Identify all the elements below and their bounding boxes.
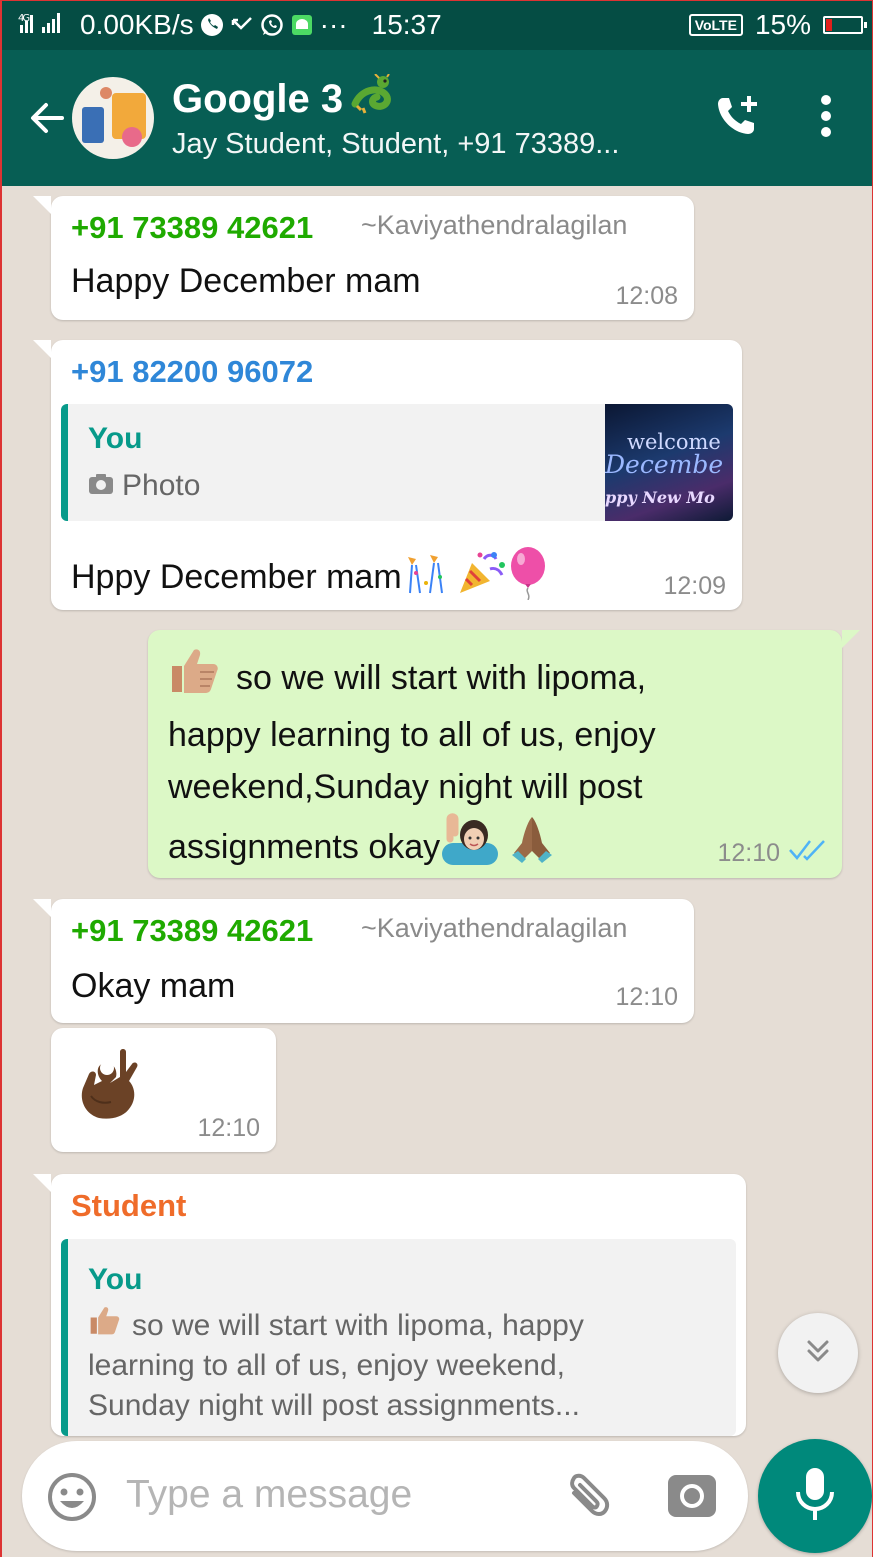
chat-info[interactable]: Google 3 Jay Student, Student, +91 73389… — [172, 72, 713, 163]
volte-badge: VoLTE — [688, 14, 743, 36]
double-chevron-down-icon — [803, 1336, 833, 1371]
scroll-to-bottom-button[interactable] — [778, 1313, 858, 1393]
message-text: Okay mam — [71, 967, 236, 1005]
message-list[interactable]: +91 73389 42621 ~Kaviyathendralagilan Ha… — [0, 186, 873, 1436]
signal-icon: 4G — [18, 9, 74, 41]
camera-small-icon — [88, 466, 114, 506]
microphone-icon — [793, 1466, 837, 1527]
sender-name[interactable]: Student — [71, 1188, 186, 1224]
ok-hand-emoji — [77, 1048, 143, 1131]
viber-icon — [200, 13, 224, 37]
message-bubble[interactable]: 12:10 — [51, 1028, 276, 1152]
quote-author: You — [88, 422, 143, 455]
camera-icon[interactable] — [666, 1473, 718, 1524]
sender-phone[interactable]: +91 73389 42621 — [71, 210, 313, 246]
status-time: 15:37 — [371, 9, 442, 40]
dragon-emoji — [349, 72, 395, 125]
message-bubble[interactable]: +91 82200 96072 You Photo welcome Decemb… — [33, 340, 742, 610]
sender-push-name: ~Kaviyathendralagilan — [361, 913, 628, 943]
message-time: 12:10 — [717, 839, 780, 867]
message-bubble-outgoing[interactable]: so we will start with lipoma, happy lear… — [148, 630, 860, 880]
message-bubble[interactable]: Student You so we will start with lipoma… — [33, 1174, 746, 1436]
photo-thumbnail[interactable]: welcome Decembe ppy New Mo — [605, 404, 733, 521]
message-bubble[interactable]: +91 73389 42621 ~Kaviyathendralagilan Ok… — [33, 899, 694, 1023]
person-raising-hand-emoji — [440, 813, 500, 880]
balloon-emoji — [508, 546, 548, 609]
android-icon — [290, 13, 314, 37]
status-bar: 4G 0.00KB/s ··· 15:37 VoLTE 15% — [0, 0, 873, 50]
thumbs-up-emoji — [168, 646, 222, 709]
group-participants: Jay Student, Student, +91 73389... — [172, 127, 620, 160]
sender-phone[interactable]: +91 73389 42621 — [71, 913, 313, 949]
quoted-message[interactable]: You Photo welcome Decembe ppy New Mo — [61, 404, 733, 521]
voice-record-button[interactable] — [758, 1439, 872, 1553]
message-text-line: weekend,Sunday night will post — [168, 768, 643, 806]
quote-author: You — [88, 1263, 143, 1296]
message-composer[interactable]: Type a message — [22, 1441, 748, 1551]
thumbs-up-emoji-small — [88, 1305, 122, 1346]
sender-phone[interactable]: +91 82200 96072 — [71, 354, 313, 390]
message-bubble[interactable]: +91 73389 42621 ~Kaviyathendralagilan Ha… — [33, 196, 694, 320]
battery-percent: 15% — [754, 9, 811, 40]
message-input[interactable]: Type a message — [126, 1473, 412, 1517]
message-time: 12:08 — [615, 282, 678, 310]
message-text-line: happy learning to all of us, enjoy — [168, 716, 656, 754]
group-name: Google 3 — [172, 77, 344, 121]
thumb-text: Decembe — [605, 450, 724, 479]
battery-icon — [823, 16, 867, 34]
folded-hands-emoji — [506, 813, 558, 880]
missed-call-icon — [230, 13, 254, 37]
message-time: 12:10 — [197, 1114, 260, 1142]
message-text-line: so we will start with lipoma, — [236, 658, 647, 697]
group-avatar[interactable] — [72, 77, 154, 159]
more-dots-icon: ··· — [319, 9, 348, 40]
whatsapp-icon — [260, 13, 284, 37]
sender-push-name: ~Kaviyathendralagilan — [361, 210, 628, 240]
message-text: Happy December mam — [71, 262, 421, 300]
confetti-emoji — [402, 551, 454, 604]
quote-text-line: Sunday night will post assignments... — [88, 1389, 580, 1422]
chat-header: Google 3 Jay Student, Student, +91 73389… — [0, 50, 873, 186]
message-time: 12:09 — [663, 572, 726, 600]
thumb-text: ppy New Mo — [605, 488, 715, 507]
quote-text-line: so we will start with lipoma, happy — [132, 1308, 584, 1342]
quote-text-line: learning to all of us, enjoy weekend, — [88, 1349, 565, 1382]
attach-icon[interactable] — [560, 1471, 614, 1530]
quoted-message[interactable]: You so we will start with lipoma, happy … — [61, 1239, 736, 1436]
quote-type: Photo — [122, 469, 201, 502]
read-receipt-icon — [788, 838, 828, 869]
party-popper-emoji — [454, 549, 508, 606]
overflow-menu-icon[interactable] — [819, 94, 833, 143]
back-arrow-icon[interactable] — [24, 96, 68, 140]
message-text: Hppy December mam — [71, 558, 402, 596]
network-speed: 0.00KB/s — [80, 9, 194, 40]
message-text-line: assignments okay — [168, 827, 441, 866]
add-call-icon[interactable] — [713, 92, 761, 145]
message-time: 12:10 — [615, 983, 678, 1011]
emoji-icon[interactable] — [46, 1471, 98, 1528]
